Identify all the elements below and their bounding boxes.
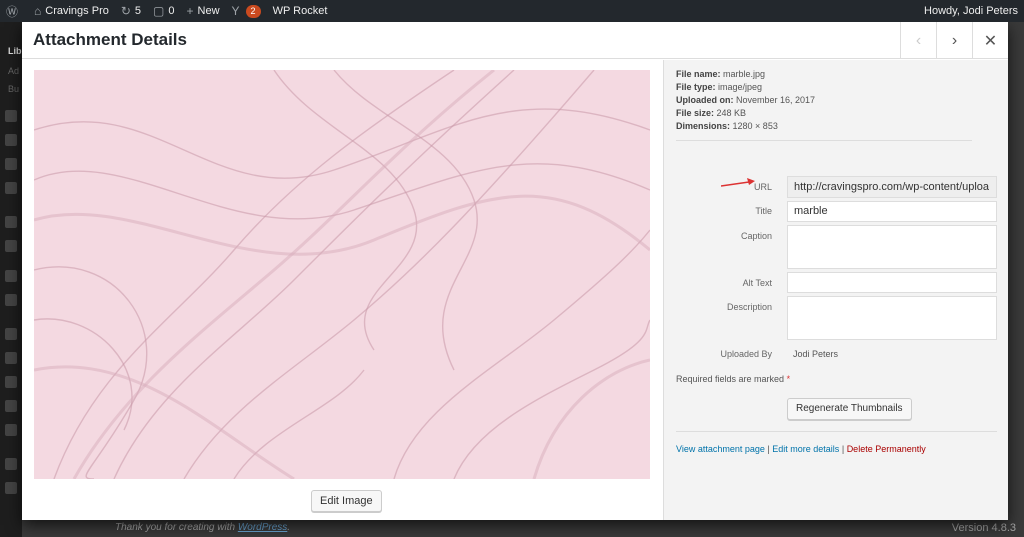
menu-icon[interactable] [5,158,17,170]
menu-icon[interactable] [5,240,17,252]
attachment-actions: View attachment page | Edit more details… [676,444,926,454]
plus-icon: + [186,4,194,18]
wp-rocket-link[interactable]: WP Rocket [267,0,334,22]
url-field[interactable]: http://cravingspro.com/wp-content/uploa [787,176,997,198]
required-note: Required fields are marked * [676,374,790,384]
separator: | [841,444,845,454]
red-arrow-annotation [721,178,755,187]
required-star: * [786,374,791,384]
file-name-label: File name: [676,69,721,79]
attachment-info-panel: File name: marble.jpg File type: image/j… [663,60,1008,520]
separator: | [767,444,770,454]
menu-icon[interactable] [5,328,17,340]
divider [676,140,972,141]
chevron-right-icon: › [951,31,958,49]
menu-icon[interactable] [5,482,17,494]
version-text: Version 4.8.3 [951,522,1016,534]
menu-icon[interactable] [5,400,17,412]
uploaded-on: November 16, 2017 [736,95,816,105]
file-type-label: File type: [676,82,716,92]
menu-icon[interactable] [5,458,17,470]
previous-button[interactable]: ‹ [900,22,936,59]
user-greeting[interactable]: Howdy, Jodi Peters [918,0,1024,22]
delete-permanently-link[interactable]: Delete Permanently [847,444,926,454]
updates-link[interactable]: ↻ 5 [115,0,147,22]
comments-count: 0 [168,5,175,17]
wordpress-logo-icon[interactable]: Ⓦ [0,0,28,22]
footer-period: . [287,522,291,533]
yoast-link[interactable]: Y 2 [226,0,267,22]
file-size: 248 KB [716,108,747,118]
modal-title: Attachment Details [33,30,187,49]
sidebar-item-add[interactable]: Ad [8,66,19,76]
close-button[interactable]: ✕ [972,22,1008,59]
uploaded-on-label: Uploaded on: [676,95,734,105]
new-content-link[interactable]: + New [181,0,226,22]
yoast-icon: Y [231,4,240,18]
menu-icon[interactable] [5,182,17,194]
admin-sidebar: Lib Ad Bu [0,22,22,537]
alt-text-label: Alt Text [742,278,772,288]
menu-icon[interactable] [5,352,17,364]
file-name: marble.jpg [723,69,766,79]
dimensions-label: Dimensions: [676,121,731,131]
divider [676,431,997,432]
required-text: Required fields are marked [676,374,785,384]
modal-nav: ‹ › ✕ [900,22,1008,59]
menu-icon[interactable] [5,376,17,388]
uploaded-by-label: Uploaded By [720,349,772,359]
comment-icon: ▢ [153,4,165,18]
title-label: Title [755,206,772,216]
menu-icon[interactable] [5,270,17,282]
attachment-image [34,70,650,479]
wordpress-link[interactable]: WordPress [238,522,287,533]
file-meta: File name: marble.jpg File type: image/j… [676,68,815,133]
modal-header: Attachment Details ‹ › ✕ [22,22,1008,59]
file-size-label: File size: [676,108,715,118]
sidebar-item-bulk[interactable]: Bu [8,84,19,94]
menu-icon[interactable] [5,294,17,306]
title-field[interactable]: marble [787,201,997,222]
marble-texture [34,70,650,479]
description-field[interactable] [787,296,997,340]
sidebar-item-library[interactable]: Lib [8,46,22,56]
menu-icon[interactable] [5,110,17,122]
edit-more-details-link[interactable]: Edit more details [772,444,839,454]
close-icon: ✕ [983,32,998,50]
home-icon: ⌂ [34,4,42,18]
menu-icon[interactable] [5,216,17,228]
new-label: New [197,5,220,17]
comments-link[interactable]: ▢ 0 [147,0,180,22]
site-name-link[interactable]: ⌂ Cravings Pro [28,0,115,22]
uploaded-by-value: Jodi Peters [793,349,839,359]
updates-icon: ↻ [120,4,131,18]
url-label: URL [753,182,772,192]
dimensions: 1280 × 853 [732,121,778,131]
caption-field[interactable] [787,225,997,269]
yoast-badge: 2 [245,4,261,18]
caption-label: Caption [740,231,772,241]
next-button[interactable]: › [936,22,972,59]
alt-text-field[interactable] [787,272,997,293]
image-pane: Edit Image [22,60,663,520]
regenerate-thumbnails-button[interactable]: Regenerate Thumbnails [787,398,912,420]
file-type: image/jpeg [718,82,763,92]
admin-bar: Ⓦ ⌂ Cravings Pro ↻ 5 ▢ 0 + New Y 2 WP Ro… [0,0,1024,22]
menu-icon[interactable] [5,134,17,146]
view-attachment-link[interactable]: View attachment page [676,444,765,454]
description-label: Description [726,302,772,312]
updates-count: 5 [134,5,142,17]
edit-image-button[interactable]: Edit Image [311,490,382,512]
chevron-left-icon: ‹ [915,31,922,49]
admin-footer: Thank you for creating with WordPress. [115,522,290,533]
attachment-details-modal: Attachment Details ‹ › ✕ Edit Image File… [22,22,1008,520]
site-name: Cravings Pro [45,5,109,17]
footer-text: Thank you for creating with [115,522,236,533]
menu-icon[interactable] [5,424,17,436]
